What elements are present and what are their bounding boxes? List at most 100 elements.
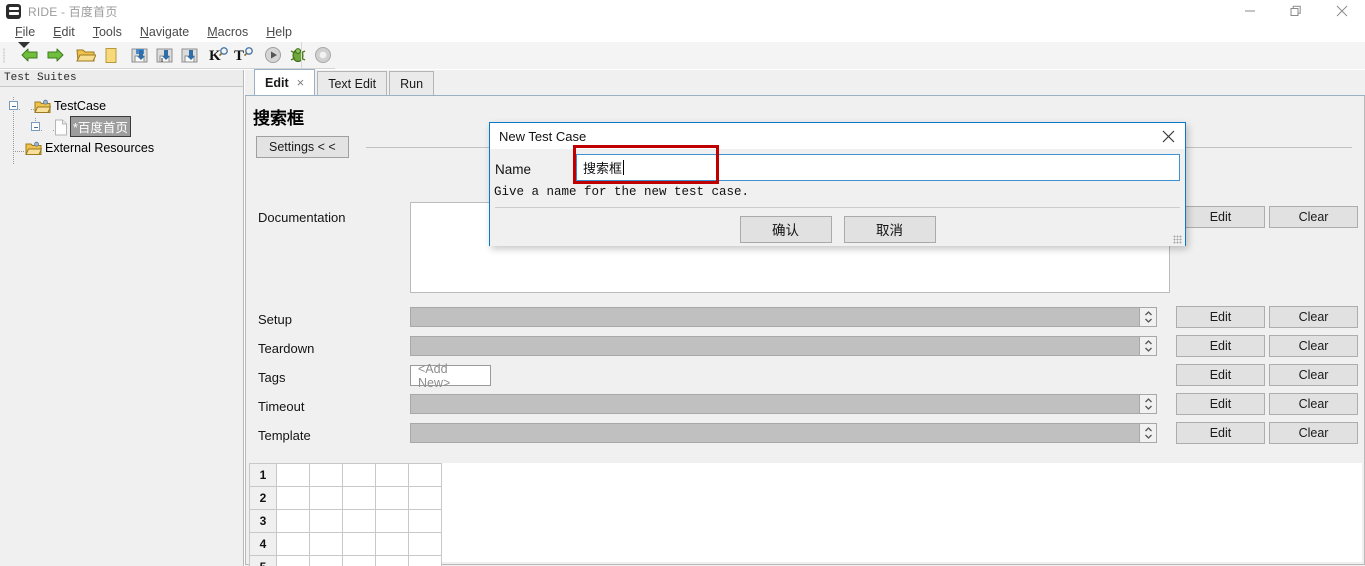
table-row[interactable]: 4 (249, 532, 442, 556)
table-row[interactable]: 2 (249, 486, 442, 510)
documentation-clear-label: Clear (1298, 210, 1329, 224)
toolbar-empty-area (335, 41, 1365, 69)
save-icon[interactable] (127, 43, 152, 68)
documentation-clear-button[interactable]: Clear (1269, 206, 1358, 228)
grid-cell[interactable] (375, 486, 409, 510)
row-header[interactable]: 5 (249, 555, 277, 566)
grid-cell[interactable] (276, 532, 310, 556)
timeout-clear-label: Clear (1298, 397, 1329, 411)
tab-edit[interactable]: Edit × (254, 69, 316, 95)
menu-help[interactable]: Help (257, 24, 301, 40)
row-header[interactable]: 1 (249, 463, 277, 487)
tags-edit-button[interactable]: Edit (1176, 364, 1265, 386)
tags-clear-button[interactable]: Clear (1269, 364, 1358, 386)
menu-navigate[interactable]: Navigate (131, 24, 198, 40)
setup-field[interactable] (410, 307, 1140, 327)
tree-item-testcase[interactable]: TestCase (0, 95, 243, 116)
grid-cell[interactable] (375, 463, 409, 487)
row-header[interactable]: 4 (249, 532, 277, 556)
timeout-edit-button[interactable]: Edit (1176, 393, 1265, 415)
template-clear-button[interactable]: Clear (1269, 422, 1358, 444)
menu-file[interactable]: File (6, 24, 44, 40)
setup-clear-button[interactable]: Clear (1269, 306, 1358, 328)
grid-cell[interactable] (342, 555, 376, 566)
save-all-icon[interactable] (177, 43, 202, 68)
grid-cell[interactable] (408, 532, 442, 556)
ride-app-icon (6, 3, 21, 19)
tab-run[interactable]: Run (389, 71, 435, 95)
grid-cell[interactable] (309, 509, 343, 533)
grid-cell[interactable] (375, 509, 409, 533)
documentation-edit-button[interactable]: Edit (1176, 206, 1265, 228)
debug-icon[interactable] (285, 43, 310, 68)
save-as-icon[interactable] (152, 43, 177, 68)
timeout-clear-button[interactable]: Clear (1269, 393, 1358, 415)
grid-cell[interactable] (375, 555, 409, 566)
tree-expander-icon[interactable] (31, 122, 40, 131)
new-file-icon[interactable] (98, 43, 123, 68)
toolbar-gripper[interactable] (0, 42, 9, 69)
grid-cell[interactable] (408, 555, 442, 566)
grid-cell[interactable] (309, 532, 343, 556)
tree-expander-icon[interactable] (9, 101, 18, 110)
close-icon[interactable] (1319, 0, 1365, 22)
forward-arrow-icon[interactable] (42, 43, 67, 68)
row-header[interactable]: 2 (249, 486, 277, 510)
grid-cell[interactable] (276, 463, 310, 487)
tree-item-external-resources[interactable]: External Resources (0, 137, 243, 158)
menu-macros[interactable]: Macros (198, 24, 257, 40)
table-row[interactable]: 3 (249, 509, 442, 533)
grid-cell[interactable] (375, 532, 409, 556)
teardown-spinner[interactable] (1140, 336, 1157, 356)
toolbar-overflow-icon[interactable] (18, 42, 30, 48)
tags-add-new-button[interactable]: <Add New> (410, 362, 491, 390)
tree-item-test-file[interactable]: *百度首页 (0, 116, 243, 137)
tab-edit-close-icon[interactable]: × (297, 75, 305, 90)
table-row[interactable]: 1 (249, 463, 442, 487)
grid-cell[interactable] (342, 532, 376, 556)
resize-grip-icon[interactable] (1173, 235, 1182, 244)
run-icon[interactable] (260, 43, 285, 68)
setup-spinner[interactable] (1140, 307, 1157, 327)
teardown-clear-button[interactable]: Clear (1269, 335, 1358, 357)
grid-cell[interactable] (408, 463, 442, 487)
restore-icon[interactable] (1273, 0, 1319, 22)
timeout-field[interactable] (410, 394, 1140, 414)
menu-edit[interactable]: Edit (44, 24, 84, 40)
grid-cell[interactable] (309, 555, 343, 566)
grid-cell[interactable] (309, 463, 343, 487)
minimize-icon[interactable] (1227, 0, 1273, 22)
timeout-spinner[interactable] (1140, 394, 1157, 414)
grid-cell[interactable] (342, 509, 376, 533)
settings-collapse-button[interactable]: Settings < < (256, 136, 349, 158)
grid-cell[interactable] (276, 486, 310, 510)
open-folder-icon[interactable] (73, 43, 98, 68)
confirm-button[interactable]: 确认 (739, 215, 832, 243)
grid-cell[interactable] (408, 509, 442, 533)
grid-cell[interactable] (408, 486, 442, 510)
row-header[interactable]: 3 (249, 509, 277, 533)
search-keyword-icon[interactable]: K (206, 43, 231, 68)
template-edit-button[interactable]: Edit (1176, 422, 1265, 444)
cancel-button[interactable]: 取消 (843, 215, 936, 243)
menu-tools[interactable]: Tools (84, 24, 131, 40)
grid-cell[interactable] (342, 486, 376, 510)
teardown-field[interactable] (410, 336, 1140, 356)
grid-cell[interactable] (276, 555, 310, 566)
editor-tabs: Edit × Text Edit Run (245, 69, 1365, 96)
template-field[interactable] (410, 423, 1140, 443)
teardown-edit-button[interactable]: Edit (1176, 335, 1265, 357)
stop-icon[interactable] (310, 43, 335, 68)
close-icon[interactable] (1151, 123, 1185, 149)
search-tests-icon[interactable]: T (231, 43, 256, 68)
table-row[interactable]: 5 (249, 555, 442, 566)
name-input[interactable]: 搜索框 (576, 154, 1180, 181)
label-teardown: Teardown (258, 341, 315, 356)
setup-edit-button[interactable]: Edit (1176, 306, 1265, 328)
tab-text-edit[interactable]: Text Edit (317, 71, 388, 95)
template-spinner[interactable] (1140, 423, 1157, 443)
grid-cell[interactable] (309, 486, 343, 510)
steps-grid[interactable]: 1 2 3 4 (249, 463, 442, 566)
grid-cell[interactable] (276, 509, 310, 533)
grid-cell[interactable] (342, 463, 376, 487)
